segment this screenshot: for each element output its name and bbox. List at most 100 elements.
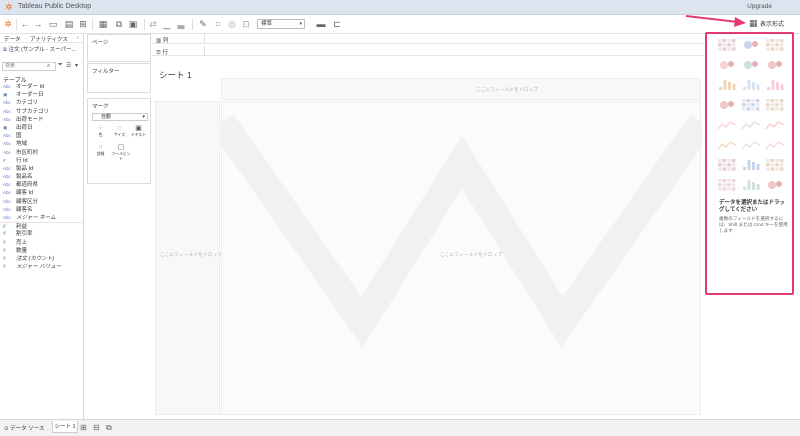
- dimension-type-icon: Abc: [3, 198, 11, 204]
- discrete-line-icon[interactable]: [741, 118, 761, 132]
- box-plot-icon[interactable]: [765, 158, 785, 172]
- rows-shelf[interactable]: ☰ 行: [152, 46, 705, 56]
- field-item[interactable]: # メジャー バリュー: [0, 263, 84, 271]
- field-item[interactable]: # 利益: [0, 222, 84, 230]
- field-item[interactable]: Abc 地域: [0, 140, 84, 148]
- show-me-icon[interactable]: ▦: [749, 18, 759, 28]
- filters-card[interactable]: フィルター: [87, 63, 151, 93]
- tab-analytics[interactable]: アナリティクス: [30, 35, 68, 43]
- mark-type-select[interactable]: 自動 ▾: [92, 113, 148, 121]
- datasource-tab[interactable]: ⊙ データ ソース: [4, 424, 44, 432]
- show-cards-icon[interactable]: ▬: [314, 18, 328, 30]
- stacked-bar-icon[interactable]: [741, 78, 761, 92]
- detail-button[interactable]: ⁖ 詳細: [92, 144, 109, 159]
- duplicate-icon[interactable]: ⧉: [114, 18, 124, 30]
- dual-line-icon[interactable]: [765, 118, 785, 132]
- color-button[interactable]: ⁘ 色: [92, 125, 109, 140]
- highlight-table-icon[interactable]: [765, 38, 785, 52]
- treemap-icon[interactable]: [717, 98, 737, 112]
- side-by-side-bar-icon[interactable]: [765, 78, 785, 92]
- presentation-icon[interactable]: ⊏: [332, 18, 342, 30]
- area-continuous-icon[interactable]: [717, 138, 737, 152]
- field-item[interactable]: Abc 顧客 Id: [0, 189, 84, 197]
- field-item[interactable]: # 売上: [0, 239, 84, 247]
- field-item[interactable]: Abc 都道府県: [0, 181, 84, 189]
- area-discrete-icon[interactable]: [741, 138, 761, 152]
- upgrade-link[interactable]: Upgrade: [747, 3, 772, 10]
- replay-icon[interactable]: ▭: [46, 18, 60, 30]
- field-item[interactable]: Abc メジャー ネーム: [0, 214, 84, 222]
- size-button[interactable]: ◌ サイズ: [111, 125, 128, 140]
- datasource-item[interactable]: ⧉ 注文 (サンプル - スーパー...: [3, 45, 83, 55]
- new-story-icon[interactable]: ⧉: [106, 423, 112, 433]
- new-dashboard-icon[interactable]: ⊟: [93, 423, 100, 432]
- group-icon[interactable]: ⌗: [213, 18, 223, 30]
- drop-zone-rows[interactable]: ここにフィールドをドロップ: [155, 101, 222, 415]
- field-item[interactable]: Abc カテゴリ: [0, 99, 84, 107]
- field-item[interactable]: Abc 国: [0, 132, 84, 140]
- swap-icon[interactable]: ⇄: [148, 18, 158, 30]
- gantt-chart-icon[interactable]: [717, 178, 737, 192]
- shelf-divider: [204, 34, 205, 44]
- label-icon[interactable]: ◎: [227, 18, 237, 30]
- search-icon[interactable]: ⌕: [47, 63, 50, 70]
- field-item[interactable]: ▣ オーダー日: [0, 91, 84, 99]
- tooltip-button[interactable]: ▢ ツールヒント: [110, 144, 132, 161]
- collapse-pane-icon[interactable]: ‹: [77, 35, 79, 41]
- field-item[interactable]: ▣ 出荷日: [0, 124, 84, 132]
- new-datasource-icon[interactable]: ⊞: [78, 18, 88, 30]
- new-worksheet-icon[interactable]: ▦: [96, 18, 110, 30]
- field-item[interactable]: # 注文 (カウント): [0, 255, 84, 263]
- filled-map-icon[interactable]: [741, 58, 761, 72]
- drop-zone-text: ここにフィールドをドロップ: [440, 252, 503, 257]
- pie-chart-icon[interactable]: [765, 58, 785, 72]
- filter-icon[interactable]: ⏷: [58, 62, 63, 69]
- field-item[interactable]: # 割引率: [0, 230, 84, 238]
- field-item[interactable]: Abc サブカテゴリ: [0, 108, 84, 116]
- sheet-title[interactable]: シート 1: [159, 69, 192, 81]
- text-table-icon[interactable]: [717, 38, 737, 52]
- field-item[interactable]: Abc 製品名: [0, 173, 84, 181]
- view-list-icon[interactable]: ☰: [66, 62, 71, 69]
- save-icon[interactable]: ▤: [64, 18, 74, 30]
- circle-view-icon[interactable]: [741, 98, 761, 112]
- symbol-map-icon[interactable]: [717, 58, 737, 72]
- side-by-side-circle-icon[interactable]: [765, 98, 785, 112]
- scatter-plot-icon[interactable]: [717, 158, 737, 172]
- horizontal-bar-icon[interactable]: [717, 78, 737, 92]
- fix-axes-icon[interactable]: ⊡: [241, 18, 251, 30]
- redo-icon[interactable]: →: [33, 18, 43, 30]
- continuous-line-icon[interactable]: [717, 118, 737, 132]
- heat-map-icon[interactable]: [741, 38, 761, 52]
- histogram-icon[interactable]: [741, 158, 761, 172]
- new-worksheet-icon[interactable]: ⊞: [80, 423, 87, 432]
- tab-data[interactable]: データ: [4, 35, 21, 43]
- menu-icon[interactable]: ▾: [75, 62, 78, 69]
- drop-zone-columns[interactable]: ここにフィールドをドロップ: [221, 78, 701, 100]
- show-me-button[interactable]: 表示形式: [760, 19, 784, 28]
- field-item[interactable]: Abc 顧客名: [0, 206, 84, 214]
- clear-sheet-icon[interactable]: ▣: [128, 18, 138, 30]
- tableau-menu-icon[interactable]: ✲: [3, 18, 13, 30]
- toolbar-separator: [192, 19, 193, 30]
- field-item[interactable]: Abc 出荷モード: [0, 116, 84, 124]
- field-item[interactable]: Abc 製品 Id: [0, 165, 84, 173]
- columns-shelf[interactable]: ▥ 列: [152, 34, 705, 44]
- highlight-icon[interactable]: ✎: [196, 18, 210, 30]
- field-item[interactable]: # 数量: [0, 247, 84, 255]
- packed-bubbles-icon[interactable]: [765, 178, 785, 192]
- fit-select[interactable]: 標準 ▾: [257, 19, 305, 29]
- undo-icon[interactable]: ←: [20, 18, 30, 30]
- sheet-tab[interactable]: シート 1: [52, 421, 78, 433]
- pages-card[interactable]: ページ: [87, 34, 151, 62]
- field-item[interactable]: Abc 顧客区分: [0, 198, 84, 206]
- bullet-graph-icon[interactable]: [741, 178, 761, 192]
- field-item[interactable]: Abc オーダー Id: [0, 83, 84, 91]
- field-item[interactable]: Abc 市区町村: [0, 149, 84, 157]
- dual-combination-icon[interactable]: [765, 138, 785, 152]
- sort-ascending-icon[interactable]: ▁: [162, 18, 172, 30]
- drop-zone-main[interactable]: ここにフィールドをドロップ: [221, 101, 702, 415]
- text-button[interactable]: ▣ テキスト: [130, 125, 147, 140]
- field-item[interactable]: # 行 Id: [0, 157, 84, 165]
- sort-descending-icon[interactable]: ▃: [176, 18, 186, 30]
